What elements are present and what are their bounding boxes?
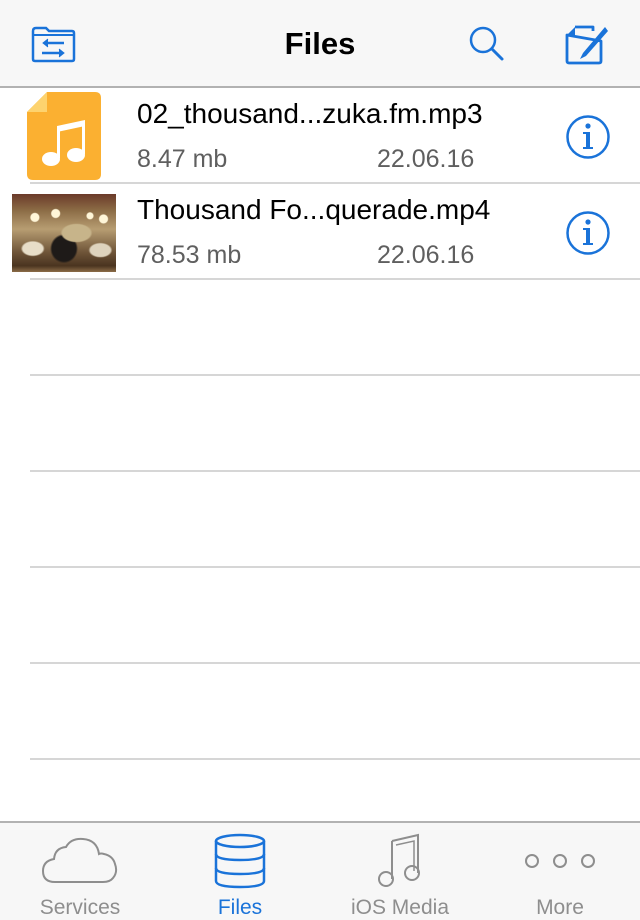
file-date: 22.06.16 xyxy=(377,241,475,269)
tab-ios-media[interactable]: iOS Media xyxy=(320,823,480,920)
file-row[interactable]: 02_thousand...zuka.fm.mp3 8.47 mb 22.06.… xyxy=(0,88,640,184)
row-divider xyxy=(30,374,640,376)
info-icon xyxy=(566,115,610,159)
compose-button[interactable] xyxy=(561,20,611,68)
row-divider xyxy=(30,278,640,280)
page-title: Files xyxy=(284,26,356,61)
more-dots-icon xyxy=(525,854,595,868)
database-icon xyxy=(214,833,266,889)
info-button[interactable] xyxy=(565,114,611,160)
row-divider xyxy=(30,662,640,664)
tab-services[interactable]: Services xyxy=(0,823,160,920)
search-button[interactable] xyxy=(462,20,512,68)
music-file-icon xyxy=(27,92,101,180)
file-name: Thousand Fo...querade.mp4 xyxy=(137,194,491,225)
info-icon xyxy=(566,211,610,255)
file-size: 78.53 mb xyxy=(137,241,242,269)
tab-label: Services xyxy=(39,896,121,919)
row-divider xyxy=(30,758,640,760)
compose-edit-icon xyxy=(565,25,608,65)
navigation-bar: Files xyxy=(0,0,640,88)
file-size: 8.47 mb xyxy=(137,145,228,173)
file-list: 02_thousand...zuka.fm.mp3 8.47 mb 22.06.… xyxy=(0,88,640,760)
tab-bar: Services Files iOS Media More xyxy=(0,821,640,920)
tab-label: Files xyxy=(217,896,263,919)
search-icon xyxy=(469,26,504,61)
tab-more[interactable]: More xyxy=(480,823,640,920)
tab-label: More xyxy=(536,896,584,919)
video-thumbnail xyxy=(12,194,116,272)
row-divider xyxy=(30,566,640,568)
music-note-icon xyxy=(378,833,420,887)
file-row[interactable]: Thousand Fo...querade.mp4 78.53 mb 22.06… xyxy=(0,184,640,280)
cloud-icon xyxy=(41,837,118,883)
tab-label: iOS Media xyxy=(350,896,450,919)
file-name: 02_thousand...zuka.fm.mp3 xyxy=(137,98,483,129)
info-button[interactable] xyxy=(565,210,611,256)
tab-files[interactable]: Files xyxy=(160,823,320,920)
row-divider xyxy=(30,470,640,472)
file-date: 22.06.16 xyxy=(377,145,475,173)
